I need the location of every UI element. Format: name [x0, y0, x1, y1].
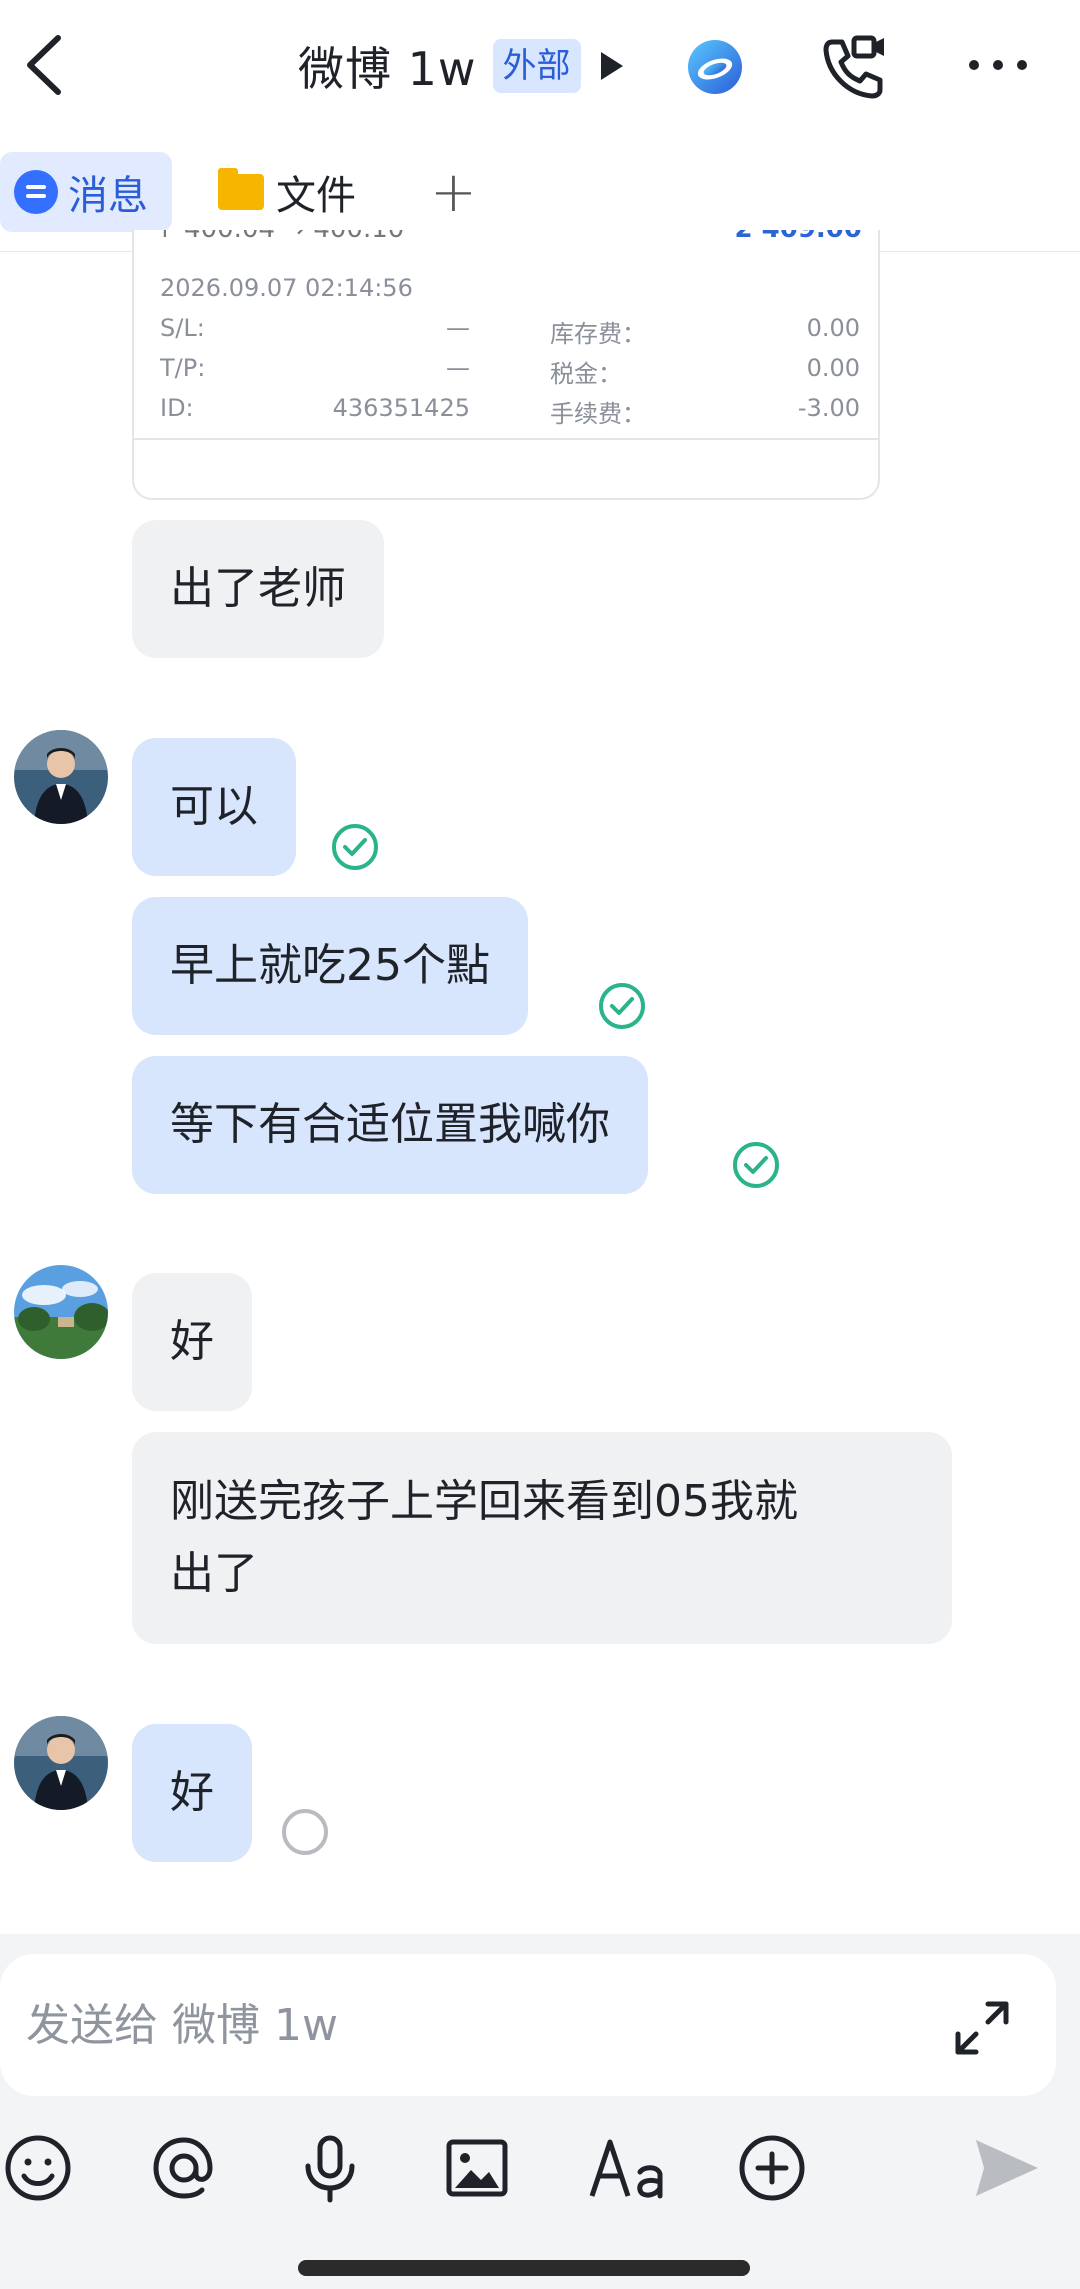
- row-value: -3.00: [797, 394, 860, 422]
- message-bubble[interactable]: 可以: [132, 738, 296, 876]
- trade-time: 2026.09.07 02:14:56: [160, 274, 413, 302]
- message-bubble[interactable]: 刚送完孩子上学回来看到05我就 出了: [132, 1432, 952, 1644]
- read-check-icon: [332, 824, 378, 870]
- card-cut-right: 2 409.00: [735, 230, 862, 244]
- avatar-man-icon: [14, 730, 108, 824]
- message-bubble[interactable]: 好: [132, 1724, 252, 1862]
- card-divider: [134, 438, 878, 440]
- card-cut-left: ↑ 400.04 → 400.10: [154, 230, 404, 244]
- row-key: ID:: [160, 394, 194, 422]
- row-key: 手续费：: [550, 400, 646, 428]
- composer-toolbar: [0, 2132, 1080, 2212]
- read-check-icon: [599, 983, 645, 1029]
- card-cut-row: ↑ 400.04 → 400.10 2 409.00: [154, 230, 862, 250]
- chat-header: 微博 1w 外部: [0, 0, 1080, 140]
- row-key: 税金：: [550, 360, 622, 388]
- send-icon[interactable]: [970, 2132, 1042, 2204]
- trade-row: S/L: — 库存费： 0.00: [160, 314, 860, 348]
- row-key: T/P:: [160, 354, 206, 382]
- mention-icon[interactable]: [148, 2132, 220, 2204]
- external-badge: 外部: [492, 39, 581, 93]
- message-line: 出了: [170, 1548, 258, 1599]
- trade-record-card[interactable]: ↑ 400.04 → 400.10 2 409.00 2026.09.07 02…: [132, 230, 880, 500]
- trade-row: T/P: — 税金： 0.00: [160, 354, 860, 388]
- chat-title: 微博 1w: [298, 42, 477, 96]
- read-check-icon: [733, 1142, 779, 1188]
- message-line: 刚送完孩子上学回来看到05我就: [170, 1476, 798, 1527]
- sending-status-icon: [282, 1809, 328, 1855]
- play-icon: [600, 52, 623, 80]
- row-value: 0.00: [806, 314, 860, 342]
- plus-circle-icon[interactable]: [736, 2132, 808, 2204]
- row-key: 库存费：: [550, 320, 646, 348]
- back-arrow-icon[interactable]: [18, 30, 78, 100]
- more-icon[interactable]: [966, 50, 1030, 80]
- row-value: —: [446, 354, 470, 382]
- add-tab-button[interactable]: +: [430, 152, 486, 232]
- image-icon[interactable]: [441, 2132, 513, 2204]
- row-key: S/L:: [160, 314, 205, 342]
- message-bubble[interactable]: 等下有合适位置我喊你: [132, 1056, 648, 1194]
- expand-icon[interactable]: [952, 1998, 1012, 2058]
- emoji-icon[interactable]: [2, 2132, 74, 2204]
- trade-row: ID: 436351425 手续费： -3.00: [160, 394, 860, 428]
- message-bubble[interactable]: 出了老师: [132, 520, 384, 658]
- tab-files-label: 文件: [276, 173, 356, 219]
- tab-messages[interactable]: 消息: [0, 152, 172, 232]
- message-icon: [14, 170, 58, 214]
- message-bubble[interactable]: 好: [132, 1273, 252, 1411]
- message-bubble[interactable]: 早上就吃25个點: [132, 897, 528, 1035]
- avatar-man-icon: [14, 1716, 108, 1810]
- avatar-landscape-icon: [14, 1265, 108, 1359]
- text-format-icon[interactable]: [588, 2132, 674, 2204]
- composer-area: [0, 1934, 1080, 2289]
- row-value: 436351425: [332, 394, 470, 422]
- home-indicator[interactable]: [298, 2260, 750, 2276]
- microphone-icon[interactable]: [294, 2132, 366, 2204]
- chat-title-group[interactable]: 微博 1w 外部: [298, 34, 623, 98]
- composer-box: [0, 1954, 1056, 2096]
- avatar[interactable]: [14, 1265, 108, 1359]
- row-value: 0.00: [806, 354, 860, 382]
- avatar[interactable]: [14, 730, 108, 824]
- tab-messages-label: 消息: [68, 173, 148, 219]
- tab-files[interactable]: 文件: [218, 152, 356, 232]
- avatar[interactable]: [14, 1716, 108, 1810]
- message-input[interactable]: [26, 1988, 906, 2062]
- row-value: —: [446, 314, 470, 342]
- folder-icon: [218, 168, 264, 210]
- video-call-icon[interactable]: [818, 32, 888, 102]
- ai-assistant-icon[interactable]: [686, 38, 744, 96]
